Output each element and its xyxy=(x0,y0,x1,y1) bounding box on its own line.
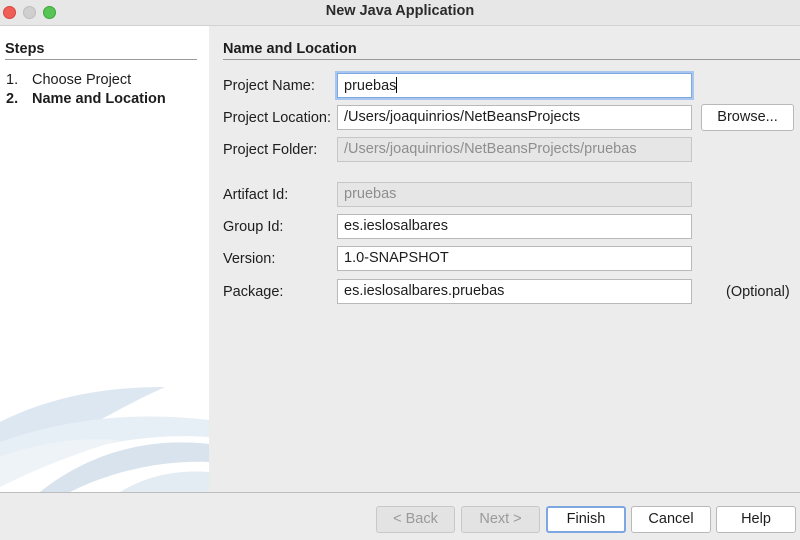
next-button[interactable]: Next > xyxy=(461,506,540,533)
project-name-label: Project Name: xyxy=(223,78,315,94)
step-label: Choose Project xyxy=(32,72,132,88)
back-button[interactable]: < Back xyxy=(376,506,455,533)
name-and-location-panel: Name and Location Project Name: pruebas … xyxy=(209,26,800,492)
optional-note: (Optional) xyxy=(726,284,790,300)
finish-button[interactable]: Finish xyxy=(546,506,626,533)
step-number: 1. xyxy=(6,72,19,88)
project-location-input[interactable]: /Users/joaquinrios/NetBeansProjects xyxy=(337,105,692,130)
artifact-id-label: Artifact Id: xyxy=(223,187,289,203)
step-name-and-location: 2. Name and Location xyxy=(6,91,166,107)
steps-heading: Steps xyxy=(5,41,45,57)
section-divider xyxy=(223,59,800,60)
version-label: Version: xyxy=(223,251,276,267)
version-input[interactable]: 1.0-SNAPSHOT xyxy=(337,246,692,271)
step-number: 2. xyxy=(6,91,19,107)
decorative-swoosh-art xyxy=(0,387,209,492)
steps-panel: Steps 1. Choose Project 2. Name and Locati… xyxy=(0,26,209,492)
artifact-id-input: pruebas xyxy=(337,182,692,207)
project-name-value: pruebas xyxy=(344,78,397,94)
text-caret xyxy=(396,77,398,93)
project-folder-label: Project Folder: xyxy=(223,142,318,158)
wizard-button-bar: < Back Next > Finish Cancel Help xyxy=(0,492,800,540)
package-label: Package: xyxy=(223,284,284,300)
steps-divider xyxy=(5,59,197,60)
title-bar: New Java Application xyxy=(0,0,800,26)
project-name-input[interactable]: pruebas xyxy=(337,73,692,98)
step-label: Name and Location xyxy=(32,91,166,107)
step-choose-project: 1. Choose Project xyxy=(6,72,131,88)
cancel-button[interactable]: Cancel xyxy=(631,506,711,533)
browse-button[interactable]: Browse... xyxy=(701,104,794,131)
section-heading: Name and Location xyxy=(223,41,357,57)
group-id-input[interactable]: es.ieslosalbares xyxy=(337,214,692,239)
package-input[interactable]: es.ieslosalbares.pruebas xyxy=(337,279,692,304)
help-button[interactable]: Help xyxy=(716,506,796,533)
project-location-label: Project Location: xyxy=(223,110,332,126)
project-folder-input: /Users/joaquinrios/NetBeansProjects/prue… xyxy=(337,137,692,162)
group-id-label: Group Id: xyxy=(223,219,284,235)
window-title: New Java Application xyxy=(325,3,475,19)
